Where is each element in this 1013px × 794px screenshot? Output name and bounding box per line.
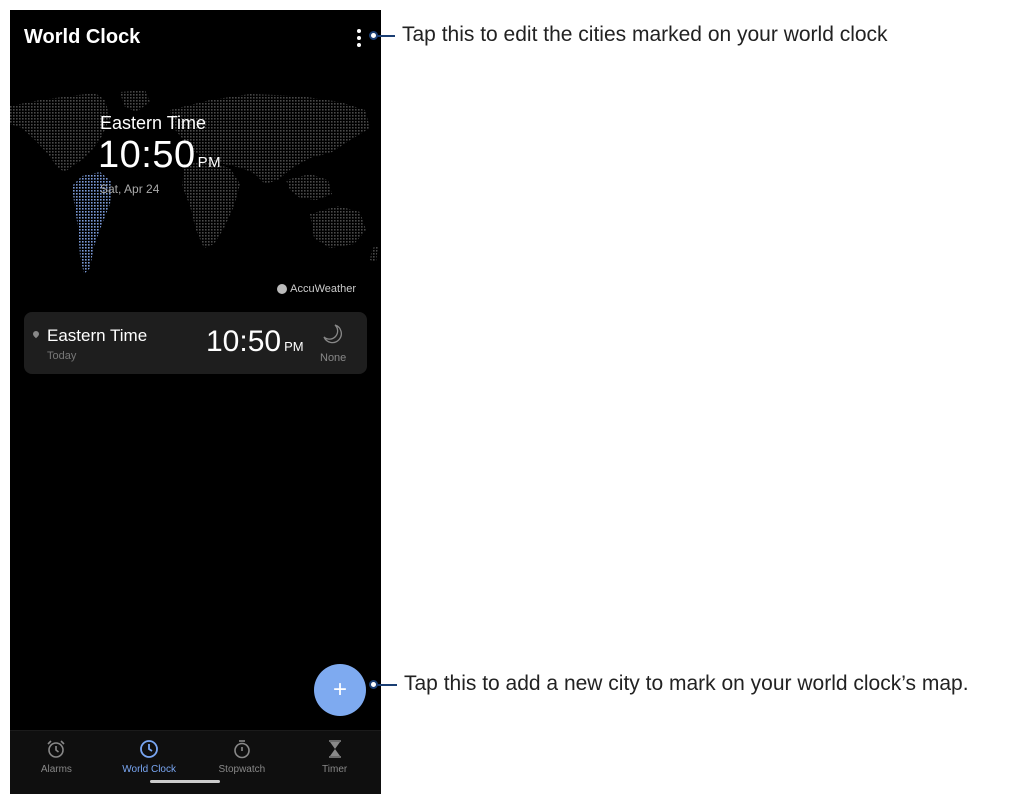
card-time-suffix: PM [284,339,304,354]
map-date: Sat, Apr 24 [100,182,160,196]
phone-screen: World Clock Eastern Time 10:50 PM Sat, A… [10,10,381,794]
tab-world-clock-label: World Clock [122,764,176,775]
card-city-name: Eastern Time [47,326,148,345]
bottom-navigation: Alarms World Clock Stopwatch Timer [10,730,381,794]
accuweather-logo: AccuWeather [277,283,356,295]
tab-world-clock[interactable]: World Clock [103,731,196,794]
more-options-button[interactable] [350,26,368,50]
map-time: 10:50 PM [98,134,221,177]
accuweather-label: AccuWeather [290,283,356,295]
stopwatch-icon [234,740,250,759]
card-day: Today [47,350,77,362]
tab-timer[interactable]: Timer [288,731,381,794]
hourglass-icon [328,740,341,758]
card-time: 10:50 PM [206,325,304,359]
home-indicator [150,780,220,783]
sun-icon [277,284,288,294]
clock-icon [140,740,159,758]
tab-stopwatch[interactable]: Stopwatch [196,731,289,794]
page-title: World Clock [24,26,141,48]
callout-line-add [377,684,397,686]
tab-stopwatch-label: Stopwatch [218,764,266,775]
card-weather: None [320,352,347,364]
dot-icon [357,43,361,47]
callout-text-add: Tap this to add a new city to mark on yo… [404,672,969,695]
map-time-suffix: PM [197,154,222,171]
map-city-label: Eastern Time [100,113,207,133]
callout-text-menu: Tap this to edit the cities marked on yo… [402,23,888,46]
card-time-value: 10:50 [206,325,282,358]
moon-icon [323,324,342,344]
alarm-icon [47,740,65,758]
callout-line-menu [377,35,395,37]
tab-alarms-label: Alarms [40,764,72,775]
tab-timer-label: Timer [322,764,348,775]
add-city-button[interactable]: + [314,664,366,716]
dot-icon [357,36,361,40]
dot-icon [357,29,361,33]
map-time-value: 10:50 [98,134,196,176]
tab-alarms[interactable]: Alarms [10,731,103,794]
city-card[interactable]: Eastern Time Today 10:50 PM None [24,312,367,374]
location-pin-icon [31,329,41,339]
